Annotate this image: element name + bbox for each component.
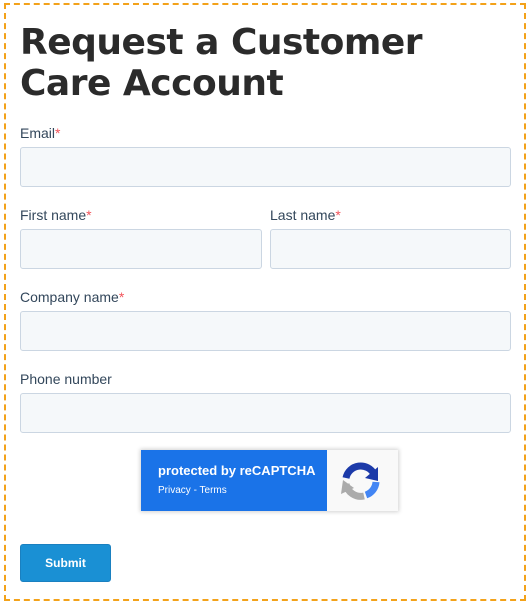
submit-button[interactable]: Submit — [20, 544, 111, 582]
recaptcha-text-panel: protected by reCAPTCHA Privacy - Terms — [141, 450, 327, 511]
recaptcha-link-separator: - — [190, 485, 200, 496]
email-label: Email* — [20, 125, 60, 141]
last-name-label: Last name* — [270, 207, 341, 223]
company-name-label-text: Company name — [20, 289, 119, 305]
last-name-field[interactable] — [270, 229, 511, 269]
recaptcha-privacy-link[interactable]: Privacy — [158, 485, 191, 496]
required-marker: * — [335, 207, 341, 223]
recaptcha-links: Privacy - Terms — [158, 485, 227, 497]
recaptcha-logo-panel — [327, 450, 398, 511]
required-marker: * — [86, 207, 92, 223]
email-label-text: Email — [20, 125, 56, 141]
recaptcha-protected-text: protected by reCAPTCHA — [158, 463, 316, 478]
recaptcha-terms-link[interactable]: Terms — [200, 485, 227, 496]
email-field[interactable] — [20, 147, 511, 187]
first-name-field[interactable] — [20, 229, 262, 269]
phone-number-label-text: Phone number — [20, 371, 112, 387]
required-marker: * — [55, 125, 61, 141]
recaptcha-logo-icon — [341, 462, 380, 500]
last-name-label-text: Last name — [270, 207, 336, 223]
phone-number-label: Phone number — [20, 371, 112, 387]
required-marker: * — [118, 289, 125, 305]
page-title: Request a Customer Care Account — [20, 22, 423, 104]
first-name-label-text: First name — [20, 207, 87, 223]
phone-number-field[interactable] — [20, 393, 511, 433]
recaptcha-badge: protected by reCAPTCHA Privacy - Terms — [141, 450, 398, 511]
first-name-label: First name* — [20, 207, 92, 223]
company-name-label: Company name* — [20, 289, 124, 305]
company-name-field[interactable] — [20, 311, 511, 351]
